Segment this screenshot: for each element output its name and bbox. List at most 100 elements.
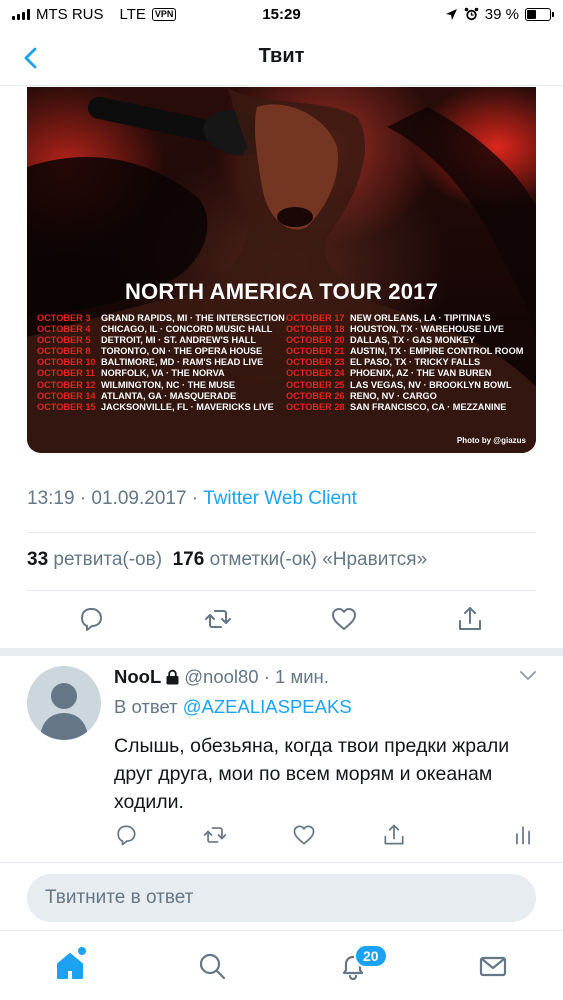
reply-actions	[0, 822, 563, 848]
reply-header: NooL @nool80 · 1 мин.	[114, 666, 329, 688]
tweet-media-image[interactable]: NORTH AMERICA TOUR 2017 OCTOBER 3 GRAND R…	[27, 87, 536, 453]
tour-date: OCTOBER 18	[286, 324, 345, 335]
reply-author-handle: @nool80 · 1 мин.	[184, 666, 329, 687]
tour-title: NORTH AMERICA TOUR 2017	[124, 279, 439, 304]
reply-icon[interactable]	[113, 822, 139, 848]
battery-icon	[525, 8, 554, 21]
reply-to-label: В ответ	[114, 696, 183, 717]
page-title: Твит	[258, 45, 305, 67]
tour-date-row: OCTOBER 25 LAS VEGAS, NV · BROOKLYN BOWL	[286, 380, 523, 391]
tweet-actions	[0, 604, 563, 638]
chevron-down-icon[interactable]	[519, 668, 537, 682]
tour-date-row: OCTOBER 3 GRAND RAPIDS, MI · THE INTERSEC…	[37, 313, 285, 324]
retweet-icon[interactable]	[203, 604, 233, 634]
tour-date-row: OCTOBER 12 WILMINGTON, NC · THE MUSE	[37, 380, 285, 391]
heart-icon[interactable]	[329, 604, 359, 634]
tour-venue: LAS VEGAS, NV · BROOKLYN BOWL	[350, 379, 512, 390]
tour-date-row: OCTOBER 11 NORFOLK, VA · THE NORVA	[37, 368, 285, 379]
tour-date-row: OCTOBER 10 BALTIMORE, MD · RAM'S HEAD LIV…	[37, 357, 285, 368]
battery-percent: 39 %	[484, 6, 519, 23]
reply-author-name[interactable]: NooL	[114, 666, 161, 687]
retweet-icon[interactable]	[202, 822, 228, 848]
share-icon[interactable]	[455, 604, 485, 634]
reply-icon[interactable]	[76, 604, 106, 634]
tour-date: OCTOBER 26	[286, 390, 345, 401]
tour-date-row: OCTOBER 24 PHOENIX, AZ · THE VAN BUREN	[286, 368, 523, 379]
tour-date: OCTOBER 24	[286, 368, 345, 379]
tour-date-row: OCTOBER 28 SAN FRANCISCO, CA · MEZZANINE	[286, 402, 523, 413]
divider	[0, 862, 563, 863]
tour-date-row: OCTOBER 21 AUSTIN, TX · EMPIRE CONTROL RO…	[286, 346, 523, 357]
tour-date: OCTOBER 12	[37, 379, 96, 390]
reply-text: Слышь, обезьяна, когда твои предки жрали…	[114, 735, 510, 813]
share-icon[interactable]	[381, 822, 407, 848]
tour-venue: CHICAGO, IL · CONCORD MUSIC HALL	[101, 324, 273, 335]
default-avatar-icon	[40, 683, 88, 740]
tour-date: OCTOBER 23	[286, 357, 345, 368]
tab-bar: 20	[0, 930, 563, 1000]
home-unread-dot	[78, 947, 86, 955]
reply-tweet[interactable]: NooL @nool80 · 1 мин. В ответ @AZEALIASPE…	[0, 656, 563, 861]
alarm-icon	[464, 7, 479, 21]
tweet-timestamp: 13:19 · 01.09.2017 · Twitter Web Client	[27, 488, 357, 510]
lock-icon	[166, 669, 179, 685]
likes-count: 176	[172, 549, 205, 570]
divider	[27, 590, 536, 591]
retweets-count: 33	[27, 549, 49, 570]
tour-date: OCTOBER 10	[37, 357, 96, 368]
heart-icon[interactable]	[291, 822, 317, 848]
messages-envelope-icon[interactable]	[476, 949, 510, 983]
tour-date-row: OCTOBER 14 ATLANTA, GA · MASQUERADE	[37, 391, 285, 402]
reply-to-mention[interactable]: @AZEALIASPEAKS	[183, 696, 352, 717]
tour-date-row: OCTOBER 15 JACKSONVILLE, FL · MAVERICKS L…	[37, 402, 285, 413]
tour-venue: RENO, NV · CARGO	[350, 390, 437, 401]
tour-venue: SAN FRANCISCO, CA · MEZZANINE	[350, 401, 507, 412]
tour-dates-left: OCTOBER 3 GRAND RAPIDS, MI · THE INTERSEC…	[37, 313, 285, 413]
notifications-badge: 20	[354, 944, 388, 968]
tweet-stats[interactable]: 33 ретвита(-ов) 176 отметки(-ок) «Нравит…	[27, 549, 427, 571]
photo-credit: Photo by @giazus	[456, 436, 526, 445]
tour-venue: BALTIMORE, MD · RAM'S HEAD LIVE	[101, 357, 264, 368]
tweet-source-link[interactable]: Twitter Web Client	[203, 488, 357, 509]
search-icon[interactable]	[195, 949, 229, 983]
tour-venue: GRAND RAPIDS, MI · THE INTERSECTION	[101, 313, 285, 323]
tour-venue: PHOENIX, AZ · THE VAN BUREN	[350, 368, 492, 379]
tour-venue: EL PASO, TX · TRICKY FALLS	[350, 357, 481, 368]
tour-date-row: OCTOBER 26 RENO, NV · CARGO	[286, 391, 523, 402]
tour-date: OCTOBER 11	[37, 368, 96, 379]
tour-venue: NORFOLK, VA · THE NORVA	[101, 368, 225, 379]
tour-venue: DALLAS, TX · GAS MONKEY	[350, 335, 476, 346]
tour-date: OCTOBER 20	[286, 335, 345, 346]
tour-venue: HOUSTON, TX · WAREHOUSE LIVE	[350, 324, 504, 335]
section-divider	[0, 648, 563, 656]
tour-date-row: OCTOBER 5 DETROIT, MI · ST. ANDREW'S HALL	[37, 335, 285, 346]
likes-label: отметки(-ок) «Нравится»	[204, 549, 428, 570]
reply-composer-input[interactable]: Твитните в ответ	[27, 874, 536, 922]
reply-to-line: В ответ @AZEALIASPEAKS	[114, 696, 352, 718]
location-arrow-icon	[445, 9, 457, 20]
tour-date-row: OCTOBER 17 NEW ORLEANS, LA · TIPITINA'S	[286, 313, 523, 324]
tour-date-row: OCTOBER 23 EL PASO, TX · TRICKY FALLS	[286, 357, 523, 368]
tour-date: OCTOBER 21	[286, 346, 345, 357]
divider	[27, 532, 536, 533]
tour-date: OCTOBER 28	[286, 401, 345, 412]
tour-date: OCTOBER 3	[37, 313, 91, 323]
tour-date-row: OCTOBER 20 DALLAS, TX · GAS MONKEY	[286, 335, 523, 346]
nav-bar: Твит	[0, 30, 563, 86]
composer-placeholder: Твитните в ответ	[45, 887, 194, 908]
tour-date-row: OCTOBER 4 CHICAGO, IL · CONCORD MUSIC HAL…	[37, 324, 285, 335]
analytics-icon[interactable]	[510, 822, 536, 848]
tour-date: OCTOBER 15	[37, 401, 96, 412]
tour-venue: TORONTO, ON · THE OPERA HOUSE	[101, 346, 263, 357]
status-bar-right: 39 %	[445, 6, 554, 23]
tour-date: OCTOBER 5	[37, 335, 91, 346]
tour-date-row: OCTOBER 18 HOUSTON, TX · WAREHOUSE LIVE	[286, 324, 523, 335]
tour-venue: WILMINGTON, NC · THE MUSE	[101, 379, 236, 390]
tour-date-row: OCTOBER 8 TORONTO, ON · THE OPERA HOUSE	[37, 346, 285, 357]
tour-date: OCTOBER 14	[37, 390, 96, 401]
tour-venue: AUSTIN, TX · EMPIRE CONTROL ROOM	[350, 346, 524, 357]
timestamp-text: 13:19 · 01.09.2017 ·	[27, 488, 204, 509]
tour-venue: NEW ORLEANS, LA · TIPITINA'S	[350, 313, 491, 323]
tour-date: OCTOBER 4	[37, 324, 91, 335]
avatar[interactable]	[27, 666, 101, 740]
